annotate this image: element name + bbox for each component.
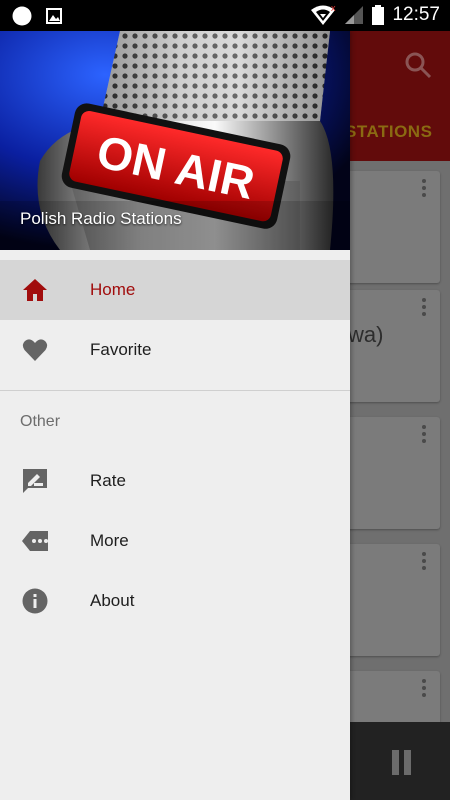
image-icon: [46, 8, 62, 24]
drawer-item-label: Rate: [90, 471, 126, 490]
search-button[interactable]: [404, 51, 432, 84]
drawer-item-favorite[interactable]: Favorite: [0, 320, 350, 380]
more-tag-icon: [22, 528, 48, 554]
drawer-header-title: Polish Radio Stations: [20, 209, 182, 228]
drawer-item-home[interactable]: Home: [0, 260, 350, 320]
overflow-menu-icon[interactable]: [422, 679, 426, 700]
drawer-item-label: About: [90, 591, 135, 610]
search-icon: [405, 52, 432, 79]
drawer-header: ON AIR Polish Radio Stations: [0, 31, 350, 250]
heart-icon: [22, 337, 48, 363]
wifi-icon: x: [311, 4, 336, 25]
home-icon: [22, 277, 48, 303]
drawer-item-about[interactable]: About: [0, 571, 350, 631]
overflow-menu-icon[interactable]: [422, 552, 426, 573]
battery-icon: [372, 5, 385, 25]
status-time: 12:57: [392, 4, 440, 25]
station-name-partial: wa): [348, 322, 384, 347]
signal-icon: [345, 6, 364, 24]
drawer-item-rate[interactable]: Rate: [0, 451, 350, 511]
overflow-menu-icon[interactable]: [422, 179, 426, 200]
notification-dot-icon: [12, 6, 32, 26]
tab-stations[interactable]: STATIONS: [345, 122, 432, 142]
svg-text:x: x: [331, 4, 336, 13]
info-icon: [22, 588, 48, 614]
drawer-item-label: Favorite: [90, 340, 152, 359]
rate-icon: [22, 468, 48, 494]
pause-icon: [392, 750, 399, 775]
drawer-item-label: More: [90, 531, 129, 550]
navigation-drawer: ON AIR Polish Radio Stations Home Favori…: [0, 31, 350, 800]
overflow-menu-icon[interactable]: [422, 298, 426, 319]
drawer-item-more[interactable]: More: [0, 511, 350, 571]
divider: [0, 390, 350, 391]
section-label-other: Other: [20, 413, 61, 430]
pause-button[interactable]: [392, 750, 416, 780]
drawer-item-label: Home: [90, 280, 136, 299]
player-bar: [350, 722, 450, 800]
overflow-menu-icon[interactable]: [422, 425, 426, 446]
status-bar: x 12:57: [0, 0, 450, 31]
